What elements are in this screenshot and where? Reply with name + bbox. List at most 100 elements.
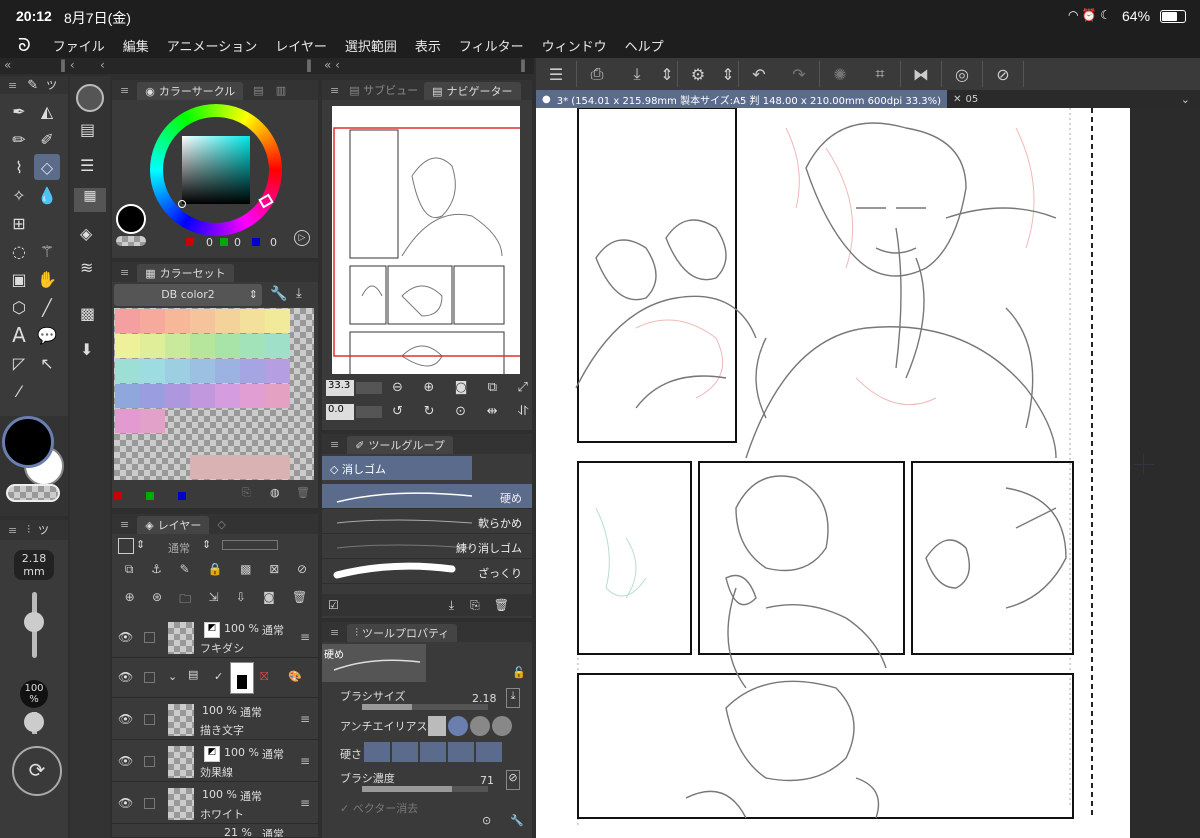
brush-size-knob[interactable]: [24, 612, 44, 632]
object-tool-icon[interactable]: ↖: [34, 350, 60, 376]
color-swatch[interactable]: [140, 409, 165, 433]
new-folder-icon[interactable]: 🗀: [179, 590, 191, 608]
trash-icon[interactable]: 🗑: [296, 486, 310, 499]
color-swatch[interactable]: [240, 384, 265, 408]
frame-tool-icon[interactable]: ⊞: [6, 210, 32, 236]
brush-size-menu-icon[interactable]: ⤓: [506, 688, 520, 708]
hardness-option[interactable]: [448, 742, 474, 762]
color-swatch[interactable]: [265, 455, 290, 479]
transparent-swatch[interactable]: [116, 236, 146, 246]
blend-tool-icon[interactable]: 💧: [34, 182, 60, 208]
ruler-tool-icon[interactable]: ◸: [6, 350, 32, 376]
vector-erase-row[interactable]: ✓ ベクター消去: [340, 800, 418, 816]
3d-object-tool-icon[interactable]: ⬡: [6, 294, 32, 320]
layer-tab[interactable]: ◈ レイヤー: [137, 516, 210, 534]
sub-view-tab[interactable]: ▤ サブビュー: [349, 82, 418, 98]
layer-row[interactable]: 21 % 通常: [112, 826, 318, 838]
hardness-option[interactable]: [420, 742, 446, 762]
rotation-input[interactable]: 0.0: [326, 404, 354, 420]
layer-checkbox[interactable]: [144, 632, 155, 643]
lock-icon[interactable]: 🔓: [512, 666, 526, 679]
color-swatch[interactable]: [140, 359, 165, 383]
gradient-tool-icon[interactable]: ▣: [6, 266, 32, 292]
hue-ring[interactable]: [150, 104, 282, 236]
pencil-tool-icon[interactable]: ✏: [6, 126, 32, 152]
opacity-knob[interactable]: [24, 712, 44, 732]
density-slider[interactable]: [362, 786, 488, 792]
color-swatch[interactable]: [265, 384, 290, 408]
lock-transparent-icon[interactable]: ▩: [240, 562, 251, 580]
lasso-select-icon[interactable]: ◎: [942, 59, 982, 89]
layer-checkbox[interactable]: [144, 672, 155, 683]
menu-animation[interactable]: アニメーション: [167, 36, 257, 55]
add-color-icon[interactable]: ◍: [270, 486, 280, 499]
canvas-area[interactable]: [536, 107, 1200, 838]
navigator-preview[interactable]: [332, 106, 535, 377]
layer-mask-icon[interactable]: ◙: [263, 590, 275, 608]
color-swatch[interactable]: [190, 334, 215, 358]
line-tool-icon[interactable]: ╱: [34, 294, 60, 320]
reference-icon[interactable]: ⚓: [151, 562, 162, 580]
chevron-updown-icon[interactable]: ⇕: [657, 59, 677, 89]
layer-color-box[interactable]: [118, 538, 134, 554]
ruler-icon[interactable]: ⊘: [297, 562, 307, 580]
color-swatch[interactable]: [240, 359, 265, 383]
color-swatch[interactable]: [190, 309, 215, 333]
visibility-eye-icon[interactable]: 👁: [118, 670, 133, 684]
menu-help[interactable]: ヘルプ: [625, 36, 664, 55]
color-swatch[interactable]: [115, 409, 140, 433]
brush-item[interactable]: 硬め: [322, 484, 532, 509]
draft-icon[interactable]: ✎: [180, 562, 190, 580]
visibility-eye-icon[interactable]: 👁: [118, 712, 133, 726]
collapse-icon[interactable]: ‖: [306, 58, 312, 72]
collapse-icon[interactable]: ‖ ‹: [60, 58, 75, 72]
wrench-icon[interactable]: 🔧: [270, 286, 287, 302]
layer-checkbox[interactable]: [144, 798, 155, 809]
color-swatch[interactable]: [115, 384, 140, 408]
canvas-page[interactable]: [536, 107, 1130, 838]
layer-row[interactable]: 👁 ◩ 100 % 通常 フキダシ ≡: [112, 618, 318, 658]
material-icon[interactable]: ▩: [80, 304, 95, 323]
eraser-tool-icon[interactable]: ◇: [34, 154, 60, 180]
brush-item[interactable]: ざっくり: [322, 559, 532, 584]
chevron-down-icon[interactable]: ⌄: [1181, 93, 1190, 106]
download-icon[interactable]: ⤓: [449, 598, 454, 613]
pen-tool-icon[interactable]: ✒: [6, 98, 32, 124]
color-swatch[interactable]: [165, 309, 190, 333]
layer-property-tab-icon[interactable]: ◇: [217, 518, 225, 531]
color-swatch[interactable]: [115, 334, 140, 358]
color-swatch[interactable]: [190, 384, 215, 408]
brush-item[interactable]: 軟らかめ: [322, 509, 532, 534]
menu-file[interactable]: ファイル: [53, 36, 105, 55]
menu-view[interactable]: 表示: [415, 36, 441, 55]
menu-layer[interactable]: レイヤー: [275, 36, 327, 55]
app-logo-icon[interactable]: ᘐ: [18, 35, 31, 56]
layer-row-folder[interactable]: 👁 ⌄ ▤ ✓ ⛝ 🎨: [112, 658, 318, 698]
hardness-option[interactable]: [476, 742, 502, 762]
film-icon[interactable]: ▤: [80, 120, 95, 139]
eyedropper-icon[interactable]: ⁄: [6, 378, 32, 404]
visibility-eye-icon[interactable]: 👁: [118, 630, 133, 644]
menu-window[interactable]: ウィンドウ: [542, 36, 607, 55]
collapse-icon[interactable]: ‖: [520, 58, 526, 72]
collapse-icon[interactable]: ‹: [100, 58, 105, 72]
zoom-slider[interactable]: [356, 382, 382, 394]
new-raster-layer-icon[interactable]: ⊕: [125, 590, 135, 608]
airbrush-tool-icon[interactable]: ⌇: [6, 154, 32, 180]
color-swatch[interactable]: [240, 334, 265, 358]
list-icon[interactable]: ☰: [80, 156, 94, 175]
rotate-right-icon[interactable]: ↻: [424, 404, 435, 419]
tool-property-tab[interactable]: ⫶ ツールプロパティ: [347, 624, 458, 642]
transfer-icon[interactable]: ⇲: [209, 590, 219, 608]
color-swatch[interactable]: [140, 384, 165, 408]
blend-mode-select[interactable]: 通常: [168, 540, 190, 556]
document-tab-active[interactable]: ● 3* (154.01 x 215.98mm 製本サイズ:A5 判 148.00…: [536, 90, 948, 108]
deselect-icon[interactable]: ⊘: [983, 59, 1023, 89]
play-icon[interactable]: ▷: [294, 230, 310, 246]
flip-horizontal-icon[interactable]: ⇹: [487, 404, 498, 419]
rotate-left-icon[interactable]: ↺: [392, 404, 403, 419]
sub-tool-tab[interactable]: ツ: [38, 522, 49, 538]
rotate-canvas-icon[interactable]: ⟳: [12, 746, 62, 796]
document-tab-other[interactable]: 05: [965, 94, 978, 105]
layer-checkbox[interactable]: [144, 714, 155, 725]
